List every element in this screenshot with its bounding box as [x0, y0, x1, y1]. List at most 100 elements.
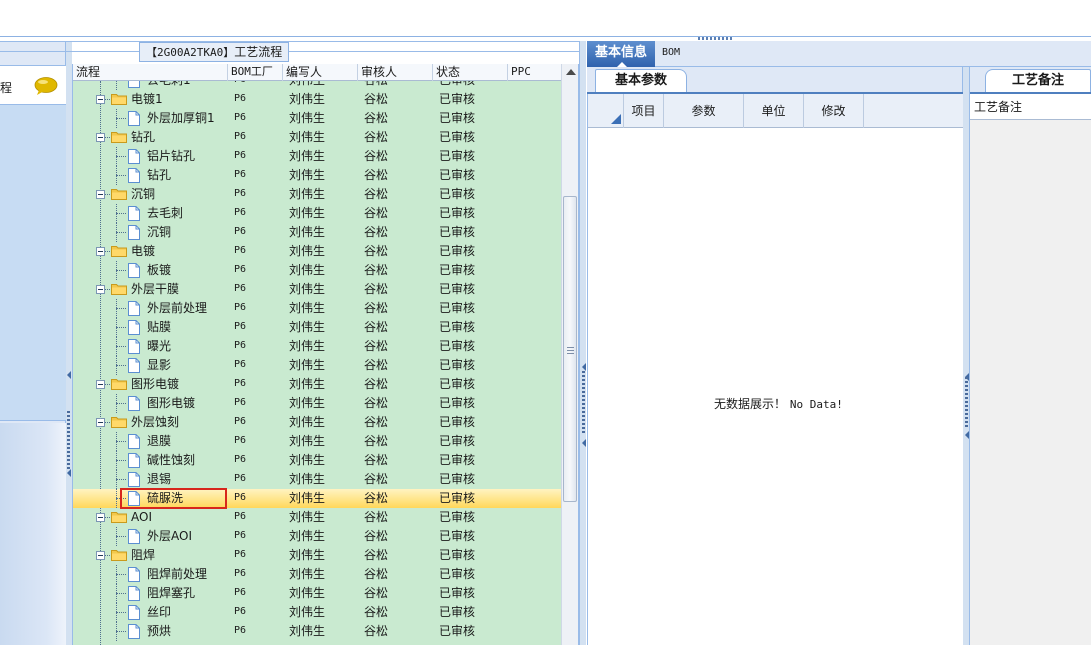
collapse-toggle-icon[interactable] [96, 380, 105, 389]
table-row[interactable]: 退膜 P6 刘伟生 谷松 已审核 [73, 432, 563, 451]
center-splitter[interactable] [579, 41, 586, 645]
collapse-right-arrow-icon-2[interactable] [965, 431, 969, 439]
col-header-unit[interactable]: 单位 [744, 94, 804, 128]
table-row[interactable]: AOI P6 刘伟生 谷松 已审核 [73, 508, 563, 527]
col-header-reviewer[interactable]: 审核人 [358, 64, 433, 81]
table-row[interactable]: 铝片钻孔 P6 刘伟生 谷松 已审核 [73, 147, 563, 166]
table-row[interactable]: 外层AOI P6 刘伟生 谷松 已审核 [73, 527, 563, 546]
reviewer-cell: 谷松 [364, 149, 389, 163]
collapse-toggle-icon[interactable] [96, 513, 105, 522]
reviewer-cell: 谷松 [364, 624, 389, 638]
table-row[interactable]: 电镀 P6 刘伟生 谷松 已审核 [73, 242, 563, 261]
table-row[interactable]: 外层加厚铜1 P6 刘伟生 谷松 已审核 [73, 109, 563, 128]
collapse-toggle-icon[interactable] [96, 551, 105, 560]
table-row[interactable]: 碱性蚀刻 P6 刘伟生 谷松 已审核 [73, 451, 563, 470]
tab-basic-params[interactable]: 基本参数 [595, 69, 687, 93]
table-row[interactable]: 沉铜 P6 刘伟生 谷松 已审核 [73, 185, 563, 204]
table-row[interactable]: 钻孔 P6 刘伟生 谷松 已审核 [73, 128, 563, 147]
table-row[interactable]: 电镀1 P6 刘伟生 谷松 已审核 [73, 90, 563, 109]
process-step-name: 外层蚀刻 [131, 415, 180, 429]
notes-body[interactable] [970, 120, 1091, 645]
tab-process-notes[interactable]: 工艺备注 [985, 69, 1091, 93]
bom-factory-cell: P6 [234, 530, 247, 541]
table-row[interactable]: 板镀 P6 刘伟生 谷松 已审核 [73, 261, 563, 280]
table-row[interactable]: 沉铜 P6 刘伟生 谷松 已审核 [73, 223, 563, 242]
folder-icon [111, 417, 127, 428]
tab-bom[interactable]: BOM [662, 45, 680, 61]
col-header-ppc[interactable]: PPC [508, 64, 563, 81]
table-row[interactable]: 钻孔 P6 刘伟生 谷松 已审核 [73, 166, 563, 185]
status-cell: 已审核 [439, 586, 476, 600]
bom-factory-cell: P6 [234, 150, 247, 161]
status-cell: 已审核 [439, 377, 476, 391]
bom-factory-cell: P6 [234, 112, 247, 123]
col-header-writer[interactable]: 编写人 [283, 64, 358, 81]
table-row[interactable]: 阻焊塞孔 P6 刘伟生 谷松 已审核 [73, 584, 563, 603]
col-header-item[interactable]: 项目 [624, 94, 664, 128]
process-step-name: 图形电镀 [131, 377, 180, 391]
process-step-name: 电镀1 [131, 92, 163, 106]
collapse-toggle-icon[interactable] [96, 418, 105, 427]
table-row[interactable]: 贴膜 P6 刘伟生 谷松 已审核 [73, 318, 563, 337]
bom-factory-cell: P6 [234, 264, 247, 275]
tree-branch-line [116, 232, 126, 233]
grid-scrollbar[interactable] [561, 64, 578, 645]
col-header-bom[interactable]: BOM工厂 [228, 64, 283, 81]
bom-factory-cell: P6 [234, 81, 246, 90]
collapse-toggle-icon[interactable] [96, 285, 105, 294]
table-row[interactable]: 外层干膜 P6 刘伟生 谷松 已审核 [73, 280, 563, 299]
file-icon [128, 81, 140, 88]
file-icon [128, 339, 140, 354]
writer-cell: 刘伟生 [289, 282, 326, 296]
collapse-toggle-icon[interactable] [96, 247, 105, 256]
reviewer-cell: 谷松 [364, 453, 389, 467]
writer-cell: 刘伟生 [289, 130, 326, 144]
no-data-text-cn: 无数据展示！ [714, 397, 787, 411]
collapse-left-arrow-icon-2[interactable] [67, 469, 71, 477]
table-row[interactable]: 阻焊 P6 刘伟生 谷松 已审核 [73, 546, 563, 565]
folder-icon [111, 379, 127, 390]
collapse-toggle-icon[interactable] [96, 95, 105, 104]
table-row[interactable]: 丝印 P6 刘伟生 谷松 已审核 [73, 603, 563, 622]
table-row[interactable]: 显影 P6 刘伟生 谷松 已审核 [73, 356, 563, 375]
collapse-left-arrow-icon[interactable] [67, 371, 71, 379]
col-header-process[interactable]: 流程 [73, 64, 228, 81]
tab-basic-info[interactable]: 基本信息 [587, 41, 655, 68]
writer-cell: 刘伟生 [289, 81, 325, 90]
table-row[interactable]: 图形电镀 P6 刘伟生 谷松 已审核 [73, 375, 563, 394]
table-row[interactable]: 阻焊前处理 P6 刘伟生 谷松 已审核 [73, 565, 563, 584]
table-row[interactable]: 外层蚀刻 P6 刘伟生 谷松 已审核 [73, 413, 563, 432]
table-row[interactable]: 图形电镀 P6 刘伟生 谷松 已审核 [73, 394, 563, 413]
table-row[interactable]: 外层前处理 P6 刘伟生 谷松 已审核 [73, 299, 563, 318]
chat-bubble-icon[interactable] [34, 77, 58, 95]
corner-triangle-icon [611, 114, 621, 124]
table-row[interactable]: 预烘 P6 刘伟生 谷松 已审核 [73, 622, 563, 641]
table-row[interactable]: 退锡 P6 刘伟生 谷松 已审核 [73, 470, 563, 489]
process-substep-name: 退锡 [147, 472, 172, 486]
scroll-up-arrow-icon[interactable] [566, 69, 576, 75]
reviewer-cell: 谷松 [364, 529, 389, 543]
status-cell: 已审核 [439, 168, 476, 182]
file-icon [128, 263, 140, 278]
writer-cell: 刘伟生 [289, 244, 326, 258]
left-collapsed-panel: 程 [0, 41, 66, 645]
scrollbar-thumb[interactable] [563, 196, 577, 502]
left-panel-title: 程 [0, 81, 13, 95]
collapse-center-arrow-icon-2[interactable] [582, 439, 586, 447]
top-collapse-grip[interactable] [698, 37, 734, 40]
col-header-modify[interactable]: 修改 [804, 94, 864, 128]
col-header-status[interactable]: 状态 [433, 64, 508, 81]
right-splitter[interactable] [963, 67, 970, 645]
table-row[interactable]: 曝光 P6 刘伟生 谷松 已审核 [73, 337, 563, 356]
table-row[interactable]: 去毛刺1 P6 刘伟生 谷松 已审核 [73, 81, 563, 90]
col-header-param[interactable]: 参数 [664, 94, 744, 128]
folder-icon [111, 132, 127, 143]
bom-factory-cell: P6 [234, 511, 247, 522]
collapse-center-arrow-icon[interactable] [582, 363, 586, 371]
table-row[interactable]: 去毛刺 P6 刘伟生 谷松 已审核 [73, 204, 563, 223]
writer-cell: 刘伟生 [289, 206, 326, 220]
collapse-toggle-icon[interactable] [96, 133, 105, 142]
collapse-toggle-icon[interactable] [96, 190, 105, 199]
tree-branch-line [116, 593, 126, 594]
row-selector-header[interactable] [588, 94, 624, 128]
